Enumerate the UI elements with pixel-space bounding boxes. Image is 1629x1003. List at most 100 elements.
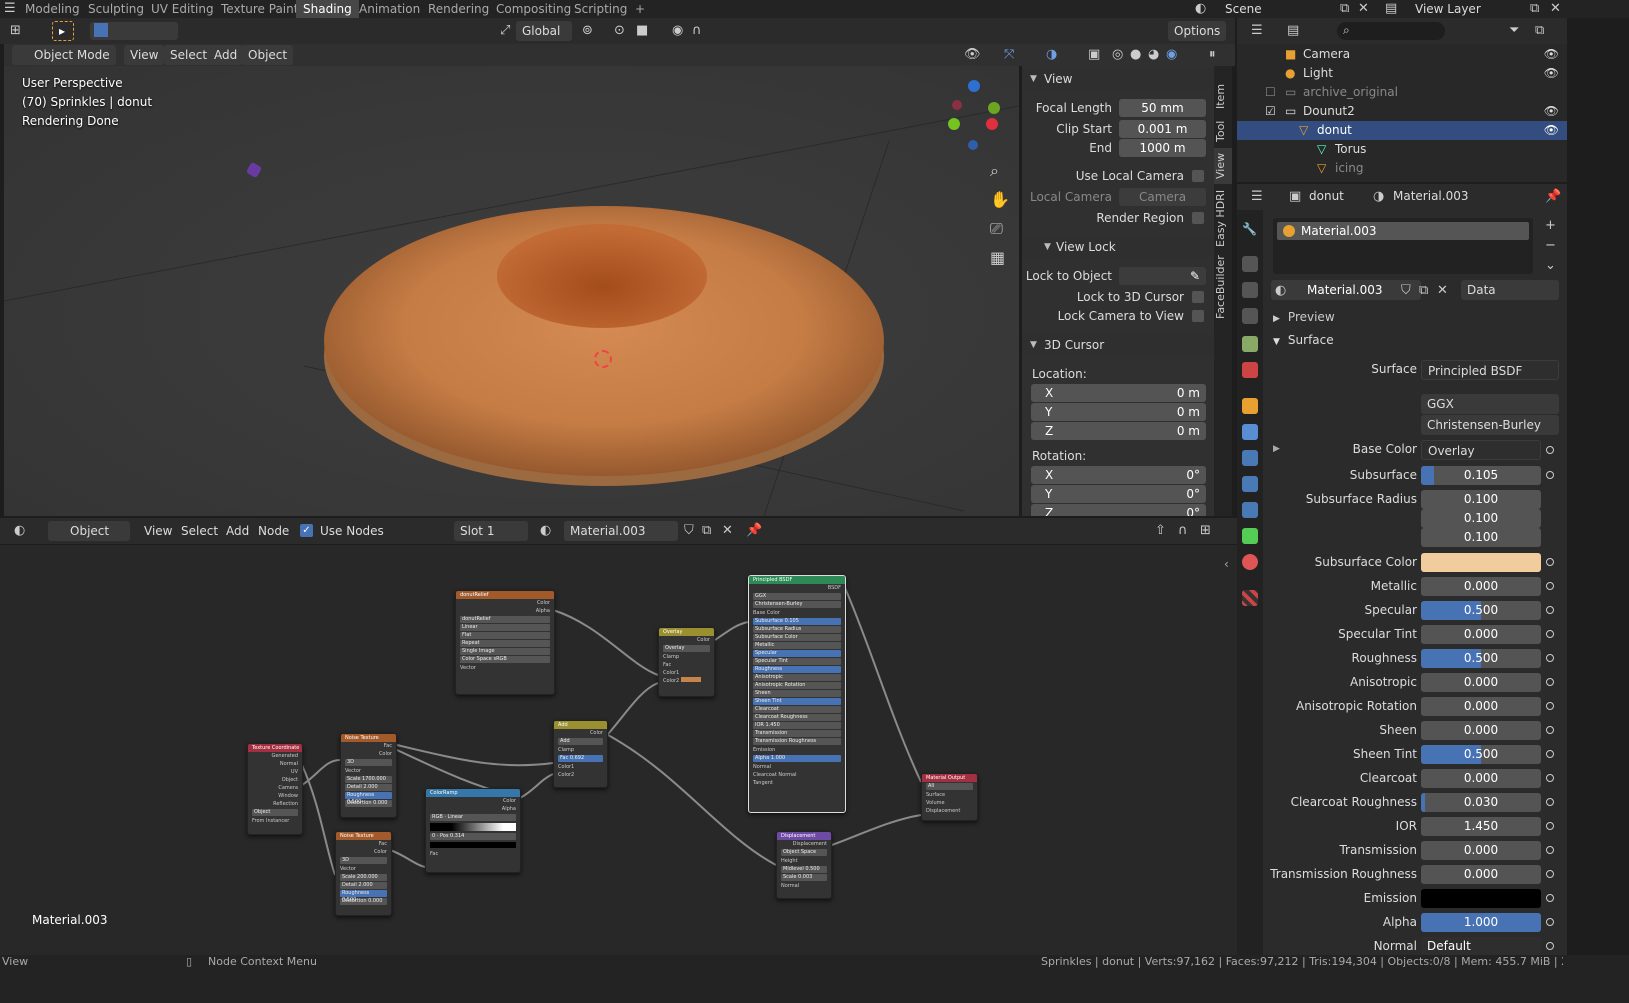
duplicate-material-icon[interactable]: ⧉: [1419, 283, 1428, 298]
param-socket-icon[interactable]: [1546, 870, 1554, 878]
param-value-field[interactable]: 1.450: [1421, 817, 1541, 836]
pin-icon[interactable]: 📌: [1545, 189, 1561, 204]
pan-hand-icon[interactable]: ✋: [990, 190, 1010, 209]
lock-camera-checkbox[interactable]: [1192, 310, 1204, 322]
pause-render-icon[interactable]: ⏸: [1209, 47, 1216, 62]
param-value-field[interactable]: 0.100: [1421, 528, 1541, 547]
output-tab-icon[interactable]: [1242, 282, 1258, 298]
world-tab-icon[interactable]: [1242, 362, 1258, 378]
cursor-z-field[interactable]: Z0 m: [1031, 422, 1206, 440]
ortho-grid-icon[interactable]: ▦: [990, 248, 1005, 267]
outliner-row-icing[interactable]: ▽ icing: [1237, 159, 1567, 178]
param-value-field[interactable]: [1421, 889, 1541, 908]
context-object[interactable]: donut: [1309, 189, 1344, 203]
add-workspace-button[interactable]: +: [628, 0, 652, 18]
param-value-field[interactable]: 0.000: [1421, 841, 1541, 860]
browse-material-icon[interactable]: ◐: [1275, 283, 1286, 298]
material-datablock[interactable]: Material.003: [1271, 280, 1421, 300]
node-material-output[interactable]: Material Output All Surface Volume Displace…: [921, 773, 978, 821]
scene-icon[interactable]: ◐: [1195, 1, 1206, 16]
cursor-x-field[interactable]: X0 m: [1031, 384, 1206, 402]
sidebar-toggle-icon[interactable]: ‹: [1224, 557, 1229, 571]
cursor-rot-x-field[interactable]: X 0°: [1031, 466, 1206, 484]
fake-user-icon[interactable]: ⛉: [1401, 283, 1411, 298]
tab-facebuilder[interactable]: FaceBuilder: [1214, 252, 1232, 322]
tab-easy-hdri[interactable]: Easy HDRI: [1214, 188, 1232, 248]
overlay-icon[interactable]: ◑: [1046, 47, 1057, 62]
param-socket-icon[interactable]: [1546, 822, 1554, 830]
pin-icon[interactable]: 📌: [746, 523, 762, 538]
param-socket-icon[interactable]: [1546, 942, 1554, 950]
param-socket-icon[interactable]: [1546, 558, 1554, 566]
param-value-field[interactable]: 0.105: [1421, 466, 1541, 485]
tab-item[interactable]: Item: [1214, 76, 1232, 116]
3d-viewport[interactable]: User Perspective (70) Sprinkles | donut …: [4, 66, 1019, 516]
tab-sculpting[interactable]: Sculpting: [81, 0, 151, 18]
base-color-link-field[interactable]: Overlay: [1421, 440, 1541, 460]
gizmo-icon[interactable]: ⤧: [1004, 47, 1014, 62]
distribution-dropdown[interactable]: GGX: [1421, 394, 1559, 414]
blender-menu-icon[interactable]: ☰: [4, 1, 16, 16]
node-noise-texture-1[interactable]: Noise Texture Fac Color 3D Vector Scale 1700…: [340, 733, 397, 818]
outliner-row-dounut2[interactable]: ☑ ▭ Dounut2 👁: [1237, 102, 1567, 121]
eyedropper-icon[interactable]: ✎: [1190, 267, 1200, 285]
param-value-field[interactable]: 0.000: [1421, 865, 1541, 884]
tab-shading[interactable]: Shading: [296, 0, 359, 18]
node-displacement[interactable]: Displacement Displacement Object Space Hei…: [776, 831, 832, 899]
node-color-ramp[interactable]: ColorRamp Color Alpha RGB · Linear 0 · Pos…: [425, 788, 521, 873]
particles-tab-icon[interactable]: [1242, 450, 1258, 466]
scene-selector[interactable]: Scene: [1218, 0, 1269, 18]
constraints-tab-icon[interactable]: [1242, 502, 1258, 518]
solid-shading-icon[interactable]: ●: [1130, 47, 1141, 62]
new-scene-icon[interactable]: ⧉: [1340, 1, 1349, 16]
param-value-field[interactable]: 0.030: [1421, 793, 1541, 812]
snap-target-icon[interactable]: ■: [636, 23, 648, 38]
view-section-header[interactable]: ▼ View: [1022, 68, 1214, 90]
node-menu-select[interactable]: Select: [175, 521, 224, 541]
filter-icon[interactable]: ⏷: [1509, 23, 1519, 38]
tab-uv-editing[interactable]: UV Editing: [144, 0, 221, 18]
param-value-field[interactable]: Default: [1421, 937, 1541, 956]
outliner-row-light[interactable]: ● Light 👁: [1237, 64, 1567, 83]
param-value-field[interactable]: 0.500: [1421, 601, 1541, 620]
node-menu-view[interactable]: View: [138, 521, 178, 541]
mode-dropdown[interactable]: Object Mode: [12, 45, 116, 65]
node-snap-mode-icon[interactable]: ⊞: [1200, 523, 1211, 538]
param-value-field[interactable]: 0.500: [1421, 649, 1541, 668]
param-socket-icon[interactable]: [1546, 630, 1554, 638]
slot-menu-icon[interactable]: ⌄: [1545, 258, 1556, 273]
param-socket-icon[interactable]: [1546, 726, 1554, 734]
param-socket-icon[interactable]: [1546, 894, 1554, 902]
unlink-icon[interactable]: ✕: [722, 523, 733, 538]
display-mode-icon[interactable]: ▤: [1287, 23, 1299, 38]
data-tab-icon[interactable]: [1242, 528, 1258, 544]
modifier-tab-icon[interactable]: [1242, 424, 1258, 440]
param-value-field[interactable]: 1.000: [1421, 913, 1541, 932]
options-dropdown[interactable]: Options: [1168, 21, 1226, 41]
close-scene-icon[interactable]: ✕: [1358, 1, 1369, 16]
local-camera-field[interactable]: Camera: [1119, 188, 1206, 206]
link-data-dropdown[interactable]: Data: [1461, 280, 1559, 300]
zoom-icon[interactable]: ⌕: [990, 161, 999, 181]
tab-modeling[interactable]: Modeling: [18, 0, 87, 18]
clip-end-field[interactable]: 1000 m: [1119, 139, 1206, 157]
param-value-field[interactable]: 0.100: [1421, 509, 1541, 528]
menu-select[interactable]: Select: [164, 45, 214, 65]
visibility-icon[interactable]: 👁: [964, 47, 981, 62]
browse-material-icon[interactable]: ◐: [540, 523, 551, 538]
param-value-field[interactable]: 0.500: [1421, 745, 1541, 764]
outliner-row-donut[interactable]: ▽ donut 👁: [1237, 121, 1567, 140]
outliner-row-camera[interactable]: ■ Camera 👁: [1237, 45, 1567, 64]
param-socket-icon[interactable]: [1546, 846, 1554, 854]
new-collection-icon[interactable]: ⧉: [1535, 23, 1544, 38]
select-tool-icon[interactable]: ▸: [52, 21, 74, 41]
tab-compositing[interactable]: Compositing: [489, 0, 578, 18]
fake-user-icon[interactable]: ⛉: [684, 523, 694, 538]
node-menu-add[interactable]: Add: [220, 521, 255, 541]
cursor-rot-z-field[interactable]: Z 0°: [1031, 504, 1206, 516]
tab-tool[interactable]: Tool: [1214, 116, 1232, 146]
tool-tab-icon[interactable]: 🔧: [1242, 222, 1258, 238]
param-socket-icon[interactable]: [1546, 918, 1554, 926]
navigation-gizmo[interactable]: [944, 78, 1008, 150]
menu-add[interactable]: Add: [208, 45, 244, 65]
